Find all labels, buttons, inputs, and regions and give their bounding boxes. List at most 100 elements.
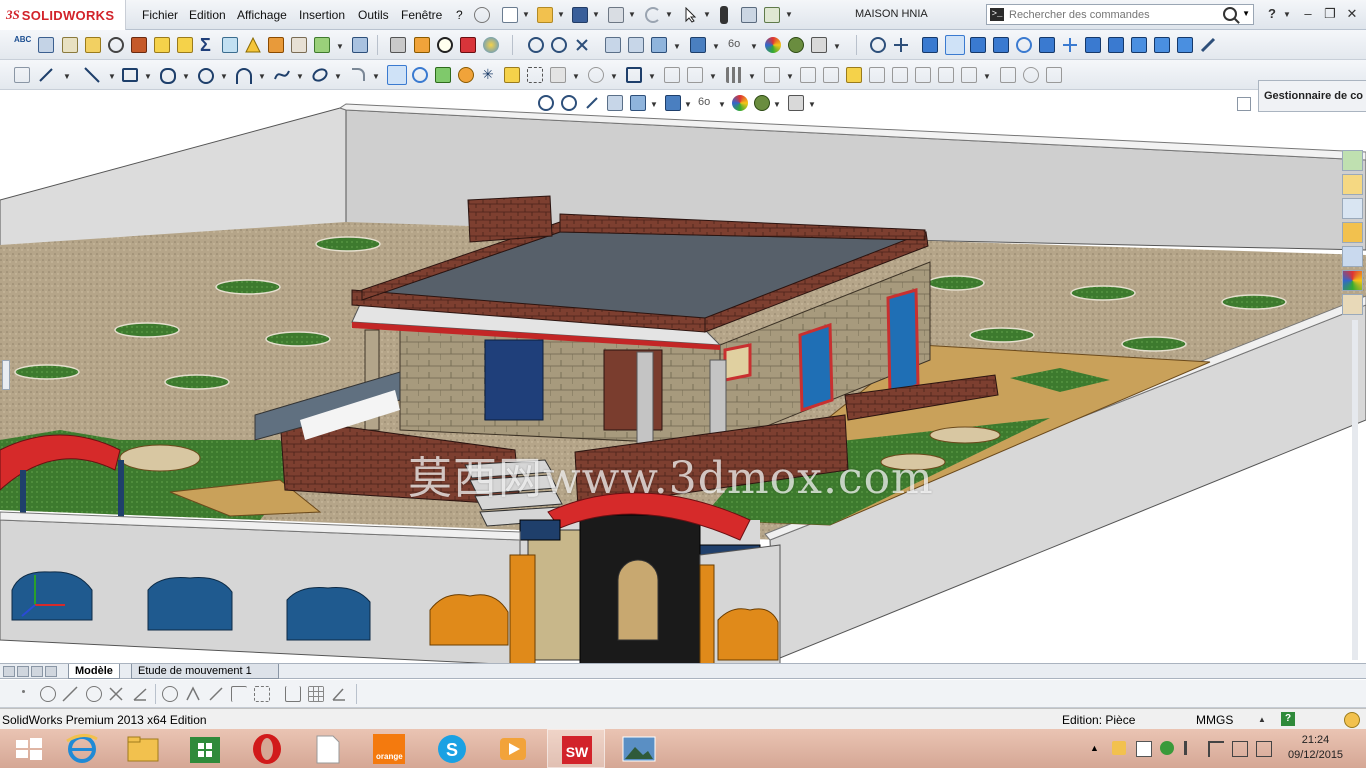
hud-zoom-fit-icon[interactable] xyxy=(538,95,554,111)
line-tool-icon[interactable] xyxy=(62,686,78,702)
rapid-sketch-icon[interactable] xyxy=(869,67,885,83)
fillet-dropdown-icon[interactable]: ▼ xyxy=(372,72,380,81)
hud-scene-icon[interactable] xyxy=(754,95,770,111)
pin-icon[interactable] xyxy=(474,7,490,23)
last-tab-arrow-icon[interactable] xyxy=(45,666,57,677)
trimetric-view-icon[interactable] xyxy=(1154,37,1170,53)
dynamic-annotation-icon[interactable] xyxy=(628,37,644,53)
arc-dropdown-icon[interactable]: ▼ xyxy=(258,72,266,81)
document-icon[interactable] xyxy=(299,729,357,768)
print-dropdown-icon[interactable]: ▼ xyxy=(628,10,636,19)
offset-tool-icon[interactable] xyxy=(208,686,224,702)
tab-etude-mouvement[interactable]: Etude de mouvement 1 xyxy=(131,664,279,679)
menu-outils[interactable]: Outils xyxy=(358,8,389,22)
extend-icon[interactable] xyxy=(664,67,680,83)
display-style-dropdown-icon[interactable]: ▼ xyxy=(712,42,720,51)
print-icon[interactable] xyxy=(608,7,624,23)
action-center-icon[interactable] xyxy=(1112,741,1126,755)
standard-views-icon[interactable] xyxy=(922,37,938,53)
ellipse-dropdown-icon[interactable]: ▼ xyxy=(334,72,342,81)
hud-display-dropdown-icon[interactable]: ▼ xyxy=(684,100,692,109)
spline-icon[interactable] xyxy=(274,67,290,83)
intersect-tool-icon[interactable] xyxy=(185,686,201,702)
hud-zoom-area-icon[interactable] xyxy=(561,95,577,111)
hud-hide-dropdown-icon[interactable]: ▼ xyxy=(718,100,726,109)
line-dropdown-icon[interactable]: ▼ xyxy=(108,72,116,81)
sum-icon[interactable]: Σ xyxy=(200,35,216,55)
options-icon[interactable] xyxy=(764,7,780,23)
system-clock[interactable]: 21:24 09/12/2015 xyxy=(1288,733,1343,763)
appearances-tab-icon[interactable] xyxy=(1342,270,1363,291)
hud-orientation-dropdown-icon[interactable]: ▼ xyxy=(650,100,658,109)
zoom-in-out-icon[interactable] xyxy=(870,37,886,53)
properties-icon[interactable] xyxy=(352,37,368,53)
hud-view-orientation-icon[interactable] xyxy=(630,95,646,111)
dimension-tool-icon[interactable] xyxy=(285,686,301,702)
hud-section-view-icon[interactable] xyxy=(607,95,623,111)
home-icon[interactable] xyxy=(1342,174,1363,195)
angle-tool-icon[interactable] xyxy=(132,686,148,702)
photos-icon[interactable] xyxy=(610,729,668,768)
tab-modele[interactable]: Modèle xyxy=(68,664,120,679)
trim-icon[interactable] xyxy=(588,67,604,83)
refresh-icon[interactable] xyxy=(412,67,428,83)
smart-dimension-icon[interactable] xyxy=(38,67,54,83)
curve-through-icon[interactable] xyxy=(1000,67,1016,83)
point-icon[interactable]: ✳ xyxy=(482,66,498,82)
scene-icon[interactable] xyxy=(788,37,804,53)
command-search-box[interactable]: >_ ▼ xyxy=(986,4,1254,25)
rectangle-dropdown-icon[interactable]: ▼ xyxy=(144,72,152,81)
network-icon[interactable] xyxy=(1160,741,1174,755)
units-dropdown-icon[interactable]: ▲ xyxy=(1258,715,1266,724)
instant2d-icon[interactable] xyxy=(892,67,908,83)
appearance-icon[interactable] xyxy=(765,37,781,53)
solidworks-taskbar-icon[interactable]: SW xyxy=(547,729,605,768)
isometric-view-icon[interactable] xyxy=(1131,37,1147,53)
open-folder-icon[interactable] xyxy=(537,7,553,23)
media-player-icon[interactable] xyxy=(484,729,542,768)
search-input[interactable] xyxy=(1009,6,1209,23)
sketch-icon[interactable] xyxy=(14,67,30,83)
section-view-icon[interactable] xyxy=(605,37,621,53)
minimize-icon[interactable]: – xyxy=(1298,4,1318,24)
menu-edition[interactable]: Edition xyxy=(189,8,226,22)
flag-icon[interactable] xyxy=(1208,741,1224,757)
skype-icon[interactable]: S xyxy=(423,729,481,768)
dimension-dropdown-icon[interactable]: ▼ xyxy=(63,72,71,81)
new-dropdown-icon[interactable]: ▼ xyxy=(522,10,530,19)
pattern-dropdown-icon[interactable]: ▼ xyxy=(748,72,756,81)
linear-pattern-icon[interactable] xyxy=(726,67,742,83)
normal-to-icon[interactable] xyxy=(1200,37,1216,53)
equations-icon[interactable] xyxy=(222,37,238,53)
graphics-area[interactable]: 莫西网www.3dmox.com xyxy=(0,90,1366,663)
translate-icon[interactable] xyxy=(1062,37,1078,53)
warning-icon[interactable] xyxy=(245,36,261,53)
file-explorer-icon[interactable] xyxy=(114,729,172,768)
restore-icon[interactable]: ❐ xyxy=(1320,4,1340,24)
line-icon[interactable] xyxy=(84,67,100,83)
split-entities-icon[interactable] xyxy=(687,67,703,83)
units-text[interactable]: MMGS xyxy=(1196,713,1233,727)
3d-sketch-dropdown-icon[interactable]: ▼ xyxy=(983,72,991,81)
circle-tool-icon[interactable] xyxy=(40,686,56,702)
zoom-area-icon[interactable] xyxy=(551,37,567,53)
split-dropdown-icon[interactable]: ▼ xyxy=(709,72,717,81)
tag-icon[interactable] xyxy=(1344,712,1360,728)
circle-dropdown-icon[interactable]: ▼ xyxy=(220,72,228,81)
copy-dropdown-icon[interactable]: ▼ xyxy=(648,72,656,81)
hide-show-dropdown-icon[interactable]: ▼ xyxy=(750,42,758,51)
rotate-view-active-icon[interactable] xyxy=(387,65,407,85)
zoom-fit-icon[interactable] xyxy=(528,37,544,53)
hud-display-style-icon[interactable] xyxy=(665,95,681,111)
rebuild-icon[interactable] xyxy=(314,37,330,53)
stop-icon[interactable] xyxy=(460,37,476,53)
render-icon[interactable] xyxy=(811,37,827,53)
left-view-icon[interactable] xyxy=(1039,37,1055,53)
view-orientation-icon[interactable] xyxy=(651,37,667,53)
resources-icon[interactable] xyxy=(1342,150,1363,171)
battery-icon[interactable] xyxy=(1232,741,1248,757)
internet-explorer-icon[interactable] xyxy=(53,729,111,768)
select-arrow-icon[interactable] xyxy=(683,6,699,23)
composite-curve-icon[interactable] xyxy=(1046,67,1062,83)
mirror-dropdown-icon[interactable]: ▼ xyxy=(572,72,580,81)
